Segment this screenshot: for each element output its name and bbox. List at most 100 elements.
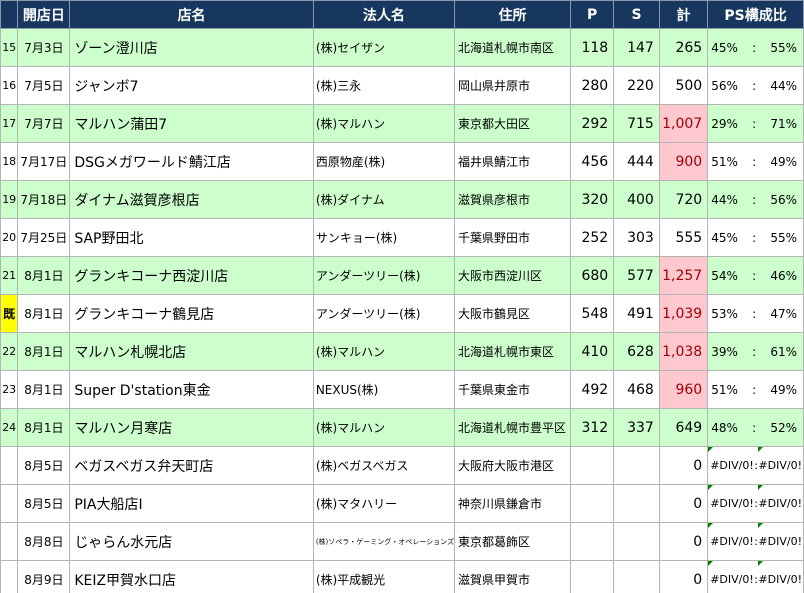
cell-total[interactable]: 1,039 <box>658 294 709 333</box>
cell-row-number[interactable]: 18 <box>0 142 19 181</box>
cell-open-date[interactable]: 8月5日 <box>17 446 71 485</box>
cell-total[interactable]: 900 <box>658 142 709 181</box>
cell-total[interactable]: 1,038 <box>658 332 709 371</box>
cell-ps-ratio[interactable]: #DIV/0!: #DIV/0! <box>707 522 804 561</box>
cell-p[interactable]: 548 <box>569 294 615 333</box>
cell-address[interactable]: 北海道札幌市豊平区 <box>454 408 571 447</box>
cell-corporation[interactable]: (株)マルハン <box>312 104 456 143</box>
cell-address[interactable]: 神奈川県鎌倉市 <box>454 484 571 523</box>
cell-s[interactable]: 577 <box>613 256 660 295</box>
cell-ps-ratio[interactable]: 39%:61% <box>707 332 804 371</box>
cell-open-date[interactable]: 8月8日 <box>17 522 71 561</box>
cell-p[interactable]: 410 <box>569 332 615 371</box>
cell-corporation[interactable]: (株)三永 <box>312 66 456 105</box>
cell-store-name[interactable]: マルハン月寒店 <box>69 408 314 447</box>
cell-address[interactable]: 東京都大田区 <box>454 104 571 143</box>
cell-row-number[interactable]: 23 <box>0 370 19 409</box>
cell-total[interactable]: 265 <box>658 28 709 67</box>
cell-row-number[interactable]: 19 <box>0 180 19 219</box>
header-open-date[interactable]: 開店日 <box>17 0 71 29</box>
cell-corporation[interactable]: (株)ダイナム <box>312 180 456 219</box>
cell-total[interactable]: 1,007 <box>658 104 709 143</box>
cell-s[interactable] <box>613 446 660 485</box>
cell-address[interactable]: 滋賀県甲賀市 <box>454 560 571 593</box>
cell-ps-ratio[interactable]: 48%:52% <box>707 408 804 447</box>
spreadsheet[interactable]: 開店日 店名 法人名 住所 P S 計 PS構成比 15 7月3日 ゾーン澄川店 (株… <box>0 0 804 593</box>
cell-total[interactable]: 1,257 <box>658 256 709 295</box>
cell-row-number[interactable]: 24 <box>0 408 19 447</box>
cell-p[interactable]: 312 <box>569 408 615 447</box>
cell-open-date[interactable]: 8月1日 <box>17 256 71 295</box>
header-corporation[interactable]: 法人名 <box>312 0 456 29</box>
cell-store-name[interactable]: グランキコーナ鶴見店 <box>69 294 314 333</box>
cell-ps-ratio[interactable]: #DIV/0!: #DIV/0! <box>707 484 804 523</box>
cell-open-date[interactable]: 7月25日 <box>17 218 71 257</box>
cell-ps-ratio[interactable]: #DIV/0!: #DIV/0! <box>707 560 804 593</box>
cell-address[interactable]: 千葉県東金市 <box>454 370 571 409</box>
cell-ps-ratio[interactable]: 51%:49% <box>707 142 804 181</box>
cell-store-name[interactable]: ジャンボ7 <box>69 66 314 105</box>
cell-store-name[interactable]: マルハン蒲田7 <box>69 104 314 143</box>
cell-total[interactable]: 0 <box>658 522 709 561</box>
cell-s[interactable]: 337 <box>613 408 660 447</box>
header-ps-ratio[interactable]: PS構成比 <box>707 0 804 29</box>
cell-corporation[interactable]: サンキョー(株) <box>312 218 456 257</box>
cell-address[interactable]: 北海道札幌市東区 <box>454 332 571 371</box>
header-p[interactable]: P <box>569 0 615 29</box>
cell-corporation[interactable]: (株)セイザン <box>312 28 456 67</box>
cell-corporation[interactable]: (株)マルハン <box>312 332 456 371</box>
cell-address[interactable]: 滋賀県彦根市 <box>454 180 571 219</box>
cell-corporation[interactable]: (株)ソペラ・ゲーミング・オペレーションズ <box>312 522 456 561</box>
cell-open-date[interactable]: 8月1日 <box>17 294 71 333</box>
cell-s[interactable]: 147 <box>613 28 660 67</box>
cell-ps-ratio[interactable]: #DIV/0!: #DIV/0! <box>707 446 804 485</box>
cell-open-date[interactable]: 7月18日 <box>17 180 71 219</box>
cell-address[interactable]: 東京都葛飾区 <box>454 522 571 561</box>
cell-ps-ratio[interactable]: 56%:44% <box>707 66 804 105</box>
cell-store-name[interactable]: ベガスベガス弁天町店 <box>69 446 314 485</box>
cell-store-name[interactable]: DSGメガワールド鯖江店 <box>69 142 314 181</box>
cell-store-name[interactable]: KEIZ甲賀水口店 <box>69 560 314 593</box>
cell-total[interactable]: 500 <box>658 66 709 105</box>
cell-address[interactable]: 大阪府大阪市港区 <box>454 446 571 485</box>
cell-corporation[interactable]: (株)ベガスベガス <box>312 446 456 485</box>
cell-open-date[interactable]: 8月5日 <box>17 484 71 523</box>
cell-row-number[interactable] <box>0 446 19 485</box>
cell-corporation[interactable]: アンダーツリー(株) <box>312 294 456 333</box>
cell-s[interactable]: 303 <box>613 218 660 257</box>
header-store-name[interactable]: 店名 <box>69 0 314 29</box>
cell-row-number[interactable] <box>0 522 19 561</box>
cell-open-date[interactable]: 8月1日 <box>17 332 71 371</box>
cell-store-name[interactable]: Super D'station東金 <box>69 370 314 409</box>
cell-address[interactable]: 岡山県井原市 <box>454 66 571 105</box>
cell-store-name[interactable]: じゃらん水元店 <box>69 522 314 561</box>
cell-open-date[interactable]: 8月1日 <box>17 370 71 409</box>
cell-total[interactable]: 0 <box>658 560 709 593</box>
cell-address[interactable]: 北海道札幌市南区 <box>454 28 571 67</box>
cell-total[interactable]: 0 <box>658 446 709 485</box>
cell-row-number[interactable]: 22 <box>0 332 19 371</box>
cell-row-number[interactable]: 17 <box>0 104 19 143</box>
cell-total[interactable]: 555 <box>658 218 709 257</box>
cell-total[interactable]: 0 <box>658 484 709 523</box>
cell-ps-ratio[interactable]: 29%:71% <box>707 104 804 143</box>
cell-p[interactable]: 456 <box>569 142 615 181</box>
cell-store-name[interactable]: SAP野田北 <box>69 218 314 257</box>
cell-p[interactable]: 292 <box>569 104 615 143</box>
cell-ps-ratio[interactable]: 45%:55% <box>707 28 804 67</box>
cell-ps-ratio[interactable]: 54%:46% <box>707 256 804 295</box>
cell-store-name[interactable]: マルハン札幌北店 <box>69 332 314 371</box>
cell-row-number[interactable] <box>0 484 19 523</box>
cell-ps-ratio[interactable]: 53%:47% <box>707 294 804 333</box>
header-address[interactable]: 住所 <box>454 0 571 29</box>
cell-s[interactable]: 468 <box>613 370 660 409</box>
cell-p[interactable]: 320 <box>569 180 615 219</box>
cell-store-name[interactable]: グランキコーナ西淀川店 <box>69 256 314 295</box>
cell-s[interactable] <box>613 560 660 593</box>
cell-ps-ratio[interactable]: 51%:49% <box>707 370 804 409</box>
cell-s[interactable]: 444 <box>613 142 660 181</box>
cell-address[interactable]: 大阪市西淀川区 <box>454 256 571 295</box>
cell-row-number[interactable]: 21 <box>0 256 19 295</box>
header-s[interactable]: S <box>613 0 660 29</box>
cell-row-number[interactable] <box>0 560 19 593</box>
